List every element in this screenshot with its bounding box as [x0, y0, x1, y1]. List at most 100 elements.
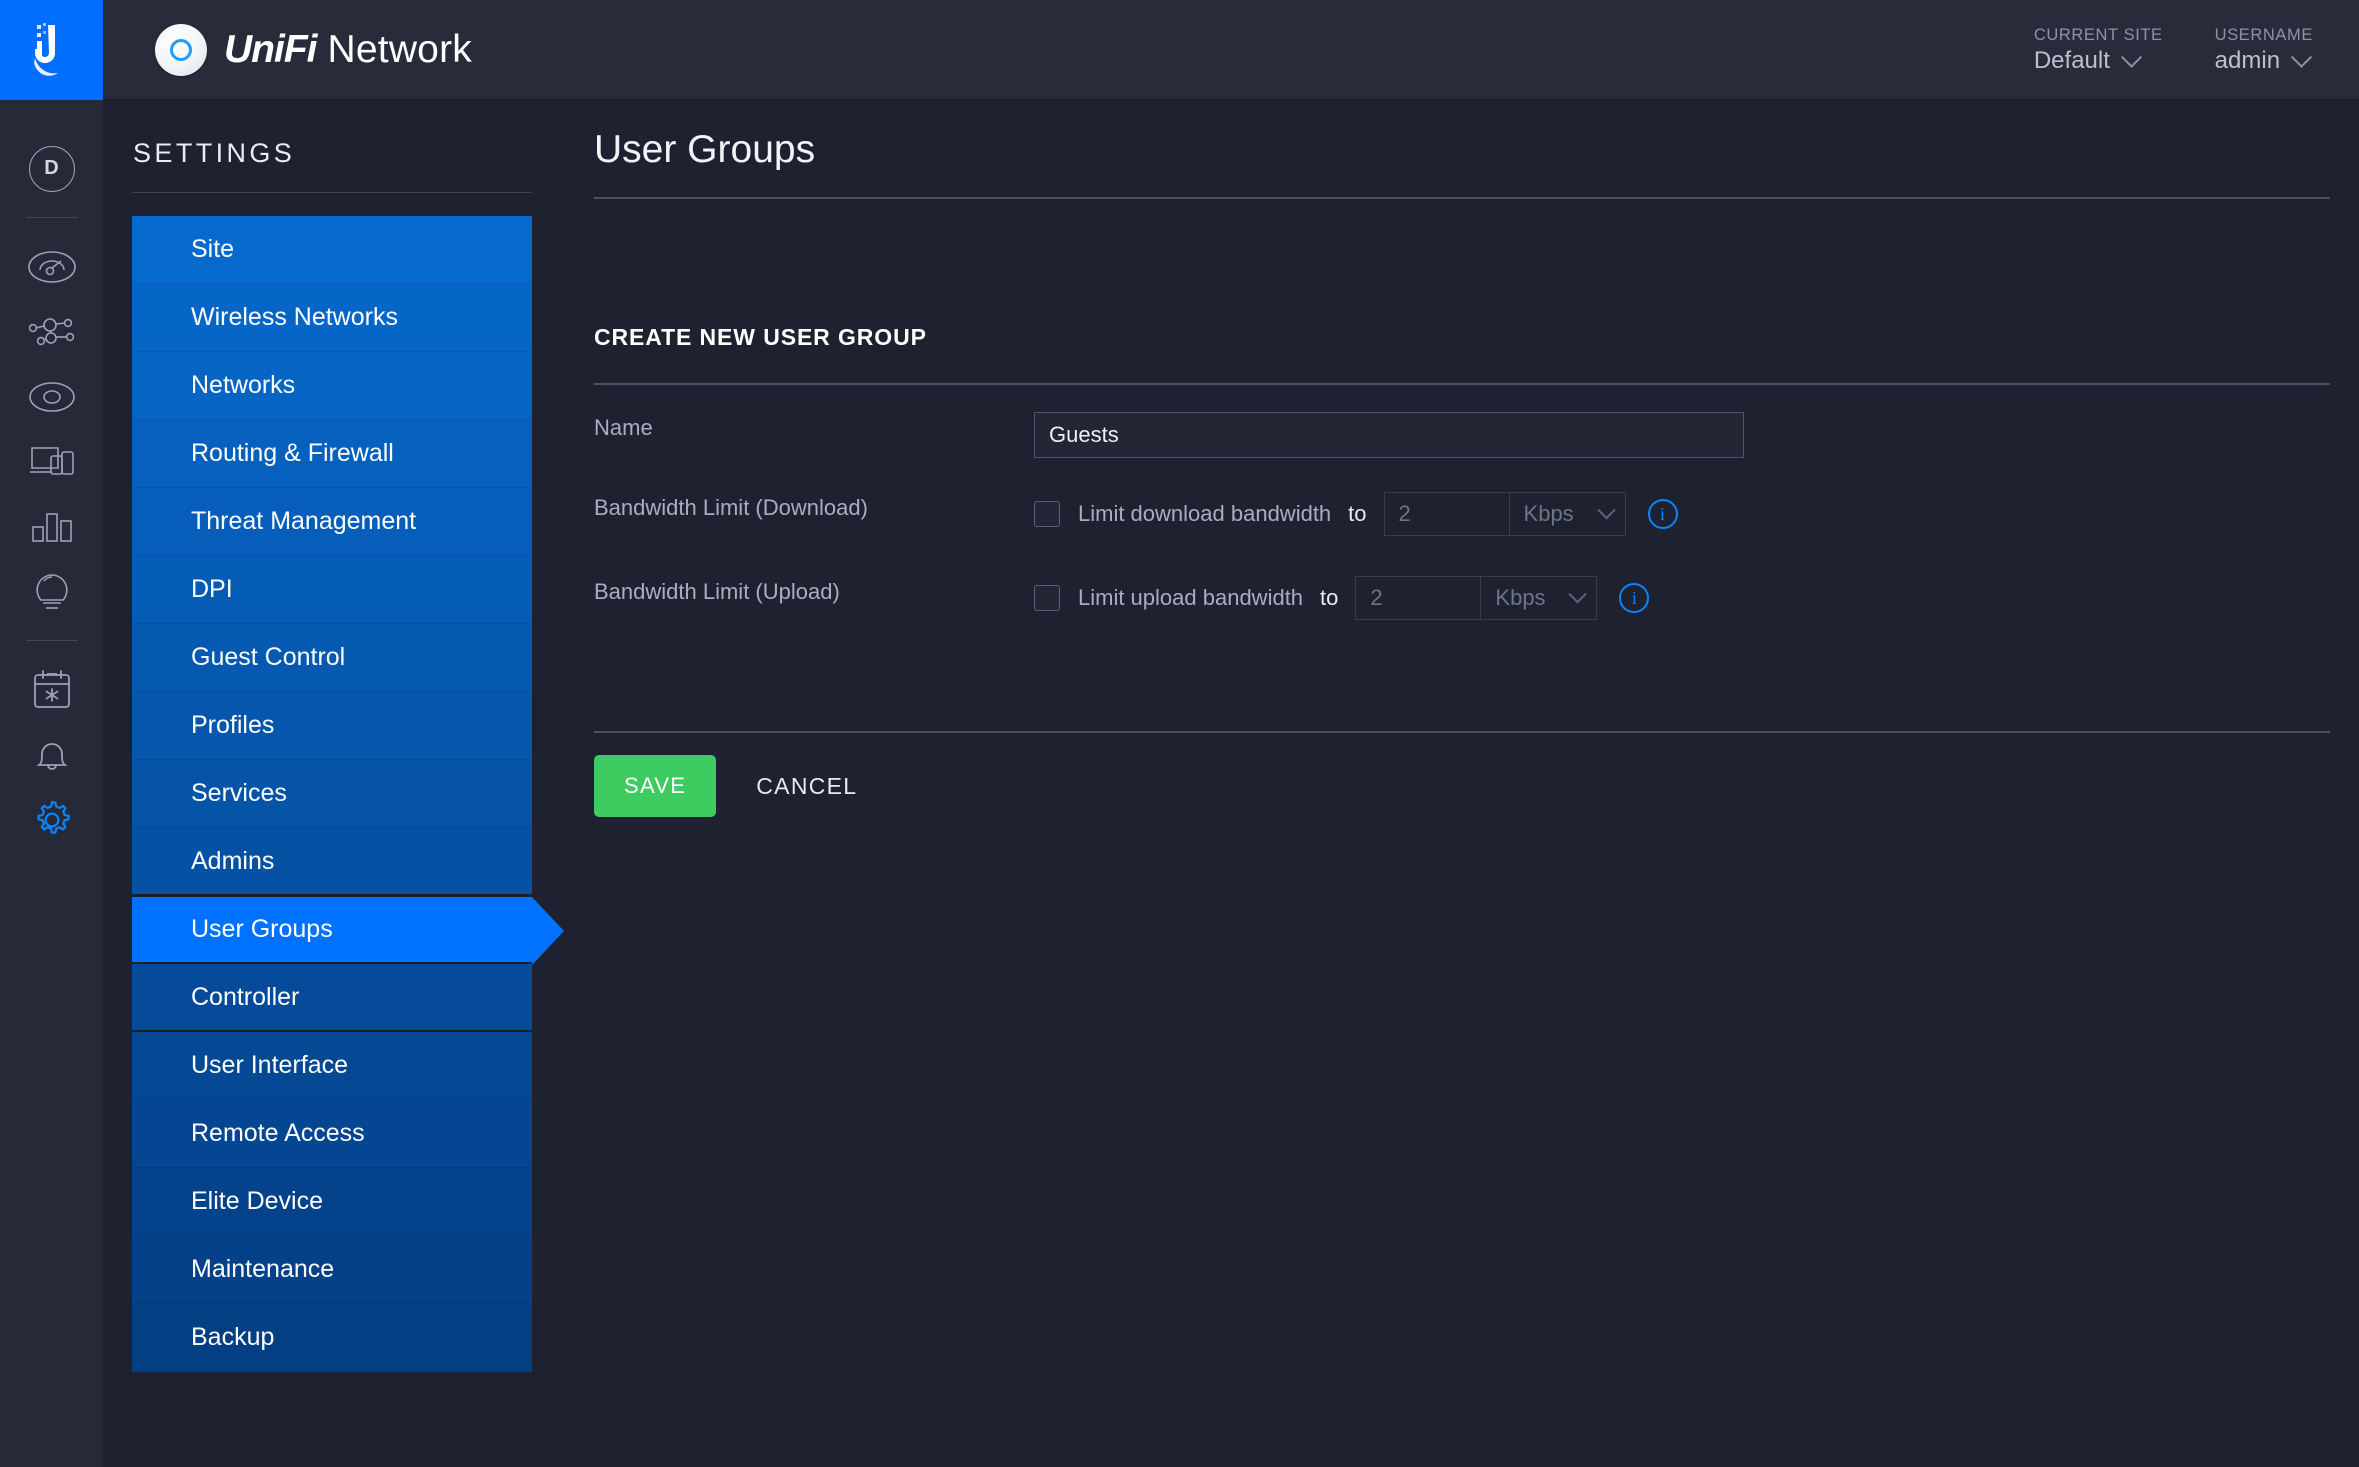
limit-download-checkbox[interactable]: [1034, 501, 1060, 527]
sidebar-item-backup[interactable]: Backup: [132, 1304, 532, 1372]
limit-upload-label: Limit upload bandwidth: [1078, 585, 1304, 610]
sidebar-item-wireless-networks[interactable]: Wireless Networks: [132, 284, 532, 352]
current-site-selector[interactable]: CURRENT SITE Default: [2034, 24, 2163, 76]
current-site-value[interactable]: Default: [2034, 46, 2163, 76]
sidebar-item-networks[interactable]: Networks: [132, 352, 532, 420]
username-selector[interactable]: USERNAME admin: [2215, 24, 2313, 76]
username-text: admin: [2214, 47, 2281, 74]
sidebar-item-controller[interactable]: Controller: [132, 964, 532, 1032]
speedometer-icon: [27, 250, 76, 283]
ubiquiti-logo-tile[interactable]: [0, 0, 103, 100]
sidebar-item-admins[interactable]: Admins: [132, 828, 532, 896]
rail-divider: [25, 640, 78, 641]
upload-info-icon[interactable]: i: [1619, 583, 1650, 613]
sidebar-item-label: User Groups: [191, 915, 333, 943]
chevron-down-icon: [2290, 46, 2313, 68]
sidebar-item-routing-firewall[interactable]: Routing & Firewall: [132, 420, 532, 488]
title-divider: [594, 197, 2330, 199]
brand-network-label: Network: [327, 28, 472, 71]
rail-item-settings[interactable]: [0, 787, 103, 852]
brand-unifi-label: UniFi: [224, 28, 317, 71]
sidebar-item-dpi[interactable]: DPI: [132, 556, 532, 624]
bell-icon: [35, 742, 68, 770]
download-unit-select[interactable]: Kbps: [1509, 492, 1626, 536]
username-label: USERNAME: [2214, 26, 2313, 44]
sidebar-item-label: Threat Management: [191, 507, 417, 535]
top-bar: UniFi Network CURRENT SITE Default USERN…: [0, 0, 2359, 100]
actions-divider: [594, 731, 2330, 733]
sidebar-item-label: Networks: [191, 371, 296, 399]
download-label: Bandwidth Limit (Download): [594, 495, 868, 520]
device-circle-icon: [28, 381, 75, 412]
sidebar-item-elite-device[interactable]: Elite Device: [132, 1168, 532, 1236]
download-unit-text: Kbps: [1523, 501, 1574, 526]
name-label: Name: [594, 415, 653, 440]
username-value[interactable]: admin: [2215, 46, 2313, 76]
chevron-down-icon: [1568, 584, 1588, 603]
rail-item-alerts[interactable]: [0, 722, 103, 787]
sidebar-item-remote-access[interactable]: Remote Access: [132, 1100, 532, 1168]
download-info-icon[interactable]: i: [1647, 499, 1678, 529]
limit-upload-checkbox[interactable]: [1034, 585, 1060, 611]
sidebar-item-maintenance[interactable]: Maintenance: [132, 1236, 532, 1304]
name-control: [1034, 412, 1744, 458]
sidebar-item-label: Wireless Networks: [191, 303, 398, 331]
upload-unit-select[interactable]: Kbps: [1481, 576, 1598, 620]
sidebar-item-user-interface[interactable]: User Interface: [132, 1032, 532, 1100]
download-value-input[interactable]: [1383, 492, 1510, 536]
sidebar-item-label: DPI: [191, 575, 233, 603]
topbar-right-controls: CURRENT SITE Default USERNAME admin: [2034, 0, 2313, 100]
upload-label: Bandwidth Limit (Upload): [594, 579, 840, 604]
sidebar-item-label: Backup: [191, 1323, 275, 1351]
rail-item-topology[interactable]: [0, 299, 103, 364]
sidebar-item-label: Guest Control: [191, 643, 346, 671]
sidebar-item-threat-management[interactable]: Threat Management: [132, 488, 532, 556]
download-control: Limit download bandwidth to Kbps i: [1034, 492, 1678, 536]
lightbulb-icon: [35, 573, 68, 609]
download-checkbox-line: Limit download bandwidth: [1034, 501, 1331, 527]
settings-divider: [132, 192, 532, 193]
section-title: CREATE NEW USER GROUP: [594, 324, 927, 350]
form-actions: SAVE CANCEL: [594, 755, 857, 817]
sidebar-item-label: Controller: [191, 982, 300, 1011]
upload-value-input[interactable]: [1355, 576, 1482, 620]
sidebar-item-guest-control[interactable]: Guest Control: [132, 624, 532, 692]
chevron-down-icon: [2120, 46, 2142, 68]
cancel-button[interactable]: CANCEL: [756, 773, 857, 800]
rail-item-clients[interactable]: [0, 429, 103, 494]
upload-control: Limit upload bandwidth to Kbps i: [1034, 576, 1650, 620]
rail-item-statistics[interactable]: [0, 494, 103, 559]
name-input[interactable]: [1034, 412, 1744, 458]
settings-heading: SETTINGS: [133, 138, 296, 168]
topology-icon: [28, 317, 74, 345]
sidebar-item-profiles[interactable]: Profiles: [132, 692, 532, 760]
rail-item-events[interactable]: [0, 657, 103, 722]
sidebar-item-site[interactable]: Site: [132, 216, 532, 284]
sidebar-item-label: Routing & Firewall: [191, 439, 394, 467]
brand-text: UniFi Network: [224, 28, 472, 72]
sidebar-item-services[interactable]: Services: [132, 760, 532, 828]
rail-divider: [25, 217, 78, 218]
ap-ring: [170, 39, 192, 61]
brand: UniFi Network: [155, 0, 472, 100]
sidebar-item-label: Remote Access: [191, 1119, 365, 1147]
avatar: D: [28, 145, 75, 192]
upload-unit-text: Kbps: [1495, 585, 1546, 610]
download-to-word: to: [1348, 501, 1367, 526]
settings-menu: Site Wireless Networks Networks Routing & F…: [132, 216, 564, 1372]
main-content: User Groups CREATE NEW USER GROUP Name B…: [538, 100, 2359, 1467]
sidebar-item-label: User Interface: [191, 1051, 349, 1079]
settings-sidebar: SETTINGS Site Wireless Networks Networks Ro…: [103, 100, 564, 1467]
chevron-down-icon: [1596, 500, 1616, 519]
bar-chart-icon: [31, 512, 72, 542]
rail-item-insights[interactable]: [0, 559, 103, 624]
upload-checkbox-line: Limit upload bandwidth: [1034, 585, 1303, 611]
rail-item-dashboard[interactable]: [0, 234, 103, 299]
section-divider: [594, 383, 2330, 385]
save-button[interactable]: SAVE: [594, 755, 717, 817]
rail-item-devices[interactable]: [0, 364, 103, 429]
calendar-star-icon: [33, 669, 70, 708]
rail-item-account[interactable]: D: [0, 136, 103, 201]
sidebar-item-user-groups[interactable]: User Groups: [132, 896, 564, 965]
sidebar-item-label: Maintenance: [191, 1255, 335, 1283]
